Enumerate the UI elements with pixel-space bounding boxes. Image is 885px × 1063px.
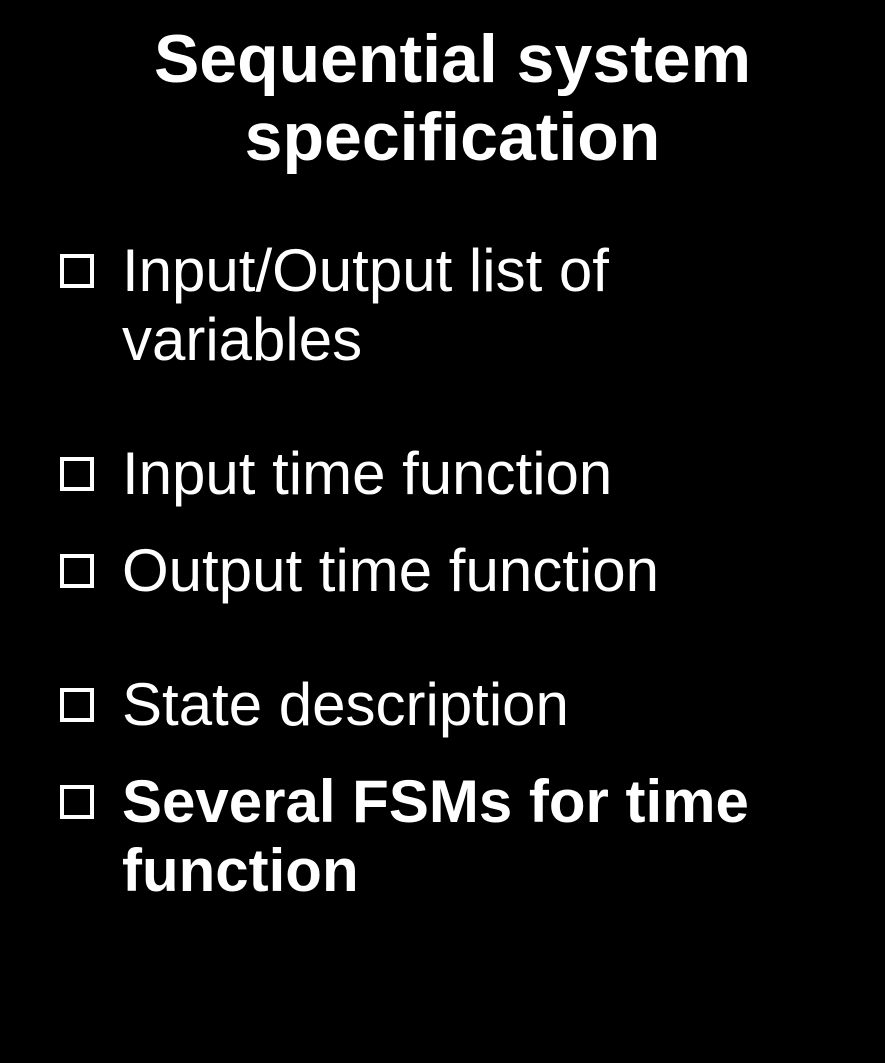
list-item: Output time function xyxy=(60,536,845,605)
slide: Sequential system specification Input/Ou… xyxy=(0,0,885,973)
square-bullet-icon xyxy=(60,785,94,819)
title-line-2: specification xyxy=(60,98,845,176)
list-item: Input time function xyxy=(60,439,845,508)
list-item: Input/Output list of variables xyxy=(60,236,845,374)
list-item: Several FSMs for time function xyxy=(60,767,845,905)
list-item: State description xyxy=(60,670,845,739)
bullet-text: Input time function xyxy=(122,439,845,508)
title-line-1: Sequential system xyxy=(60,20,845,98)
bullet-text: State description xyxy=(122,670,845,739)
bullet-text: Output time function xyxy=(122,536,845,605)
square-bullet-icon xyxy=(60,457,94,491)
bullet-text: Several FSMs for time function xyxy=(122,767,845,905)
square-bullet-icon xyxy=(60,554,94,588)
slide-title: Sequential system specification xyxy=(60,20,845,176)
square-bullet-icon xyxy=(60,688,94,722)
bullet-text: Input/Output list of variables xyxy=(122,236,845,374)
bullet-list: Input/Output list of variables Input tim… xyxy=(60,236,845,905)
square-bullet-icon xyxy=(60,254,94,288)
